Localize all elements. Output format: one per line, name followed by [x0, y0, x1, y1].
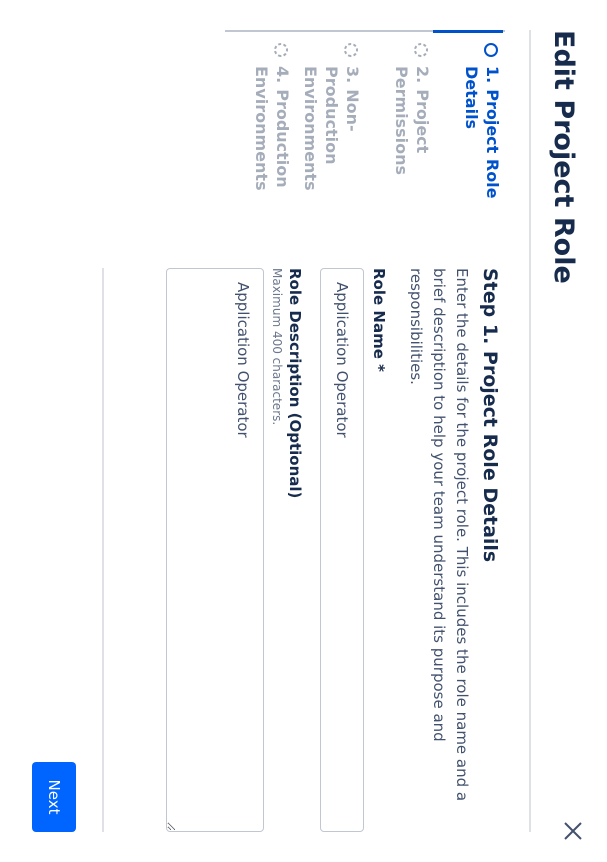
step-project-permissions[interactable]: 2.Project Permissions	[363, 32, 433, 212]
modal-title: Edit Project Role	[548, 30, 579, 284]
stepper: 1.Project Role Details 2.Project Permiss…	[223, 30, 505, 212]
step-pending-icon	[414, 43, 428, 57]
next-button[interactable]: Next	[32, 762, 76, 832]
step-number: 3.	[343, 66, 362, 84]
close-icon	[564, 822, 582, 840]
step-pending-icon	[344, 43, 358, 57]
step-label: Project Role Details	[462, 66, 502, 199]
step-non-production-environments[interactable]: 3.Non-Production Environments	[293, 32, 363, 212]
role-description-textarea[interactable]: Application Operator	[166, 268, 264, 832]
step-production-environments[interactable]: 4.Production Environments	[223, 32, 293, 212]
step-label: Production Environments	[252, 66, 292, 191]
edit-role-modal: Edit Project Role 1.Project Role Details…	[0, 0, 607, 862]
step-number: 2.	[413, 66, 432, 84]
role-description-hint: Maximum 400 characters.	[270, 268, 284, 426]
role-name-input[interactable]	[320, 268, 364, 832]
header-divider	[529, 30, 531, 832]
step-pending-icon	[274, 43, 288, 57]
role-name-label: Role Name *	[370, 268, 388, 372]
role-details-form: Step 1. Project Role Details Enter the d…	[162, 268, 503, 832]
step-project-role-details[interactable]: 1.Project Role Details	[433, 32, 503, 212]
close-button[interactable]	[557, 815, 589, 847]
step-title: Step 1. Project Role Details	[479, 268, 501, 563]
step-description: Enter the details for the project role. …	[407, 268, 471, 802]
step-number: 4.	[273, 66, 292, 84]
role-description-label: Role Description (Optional)	[286, 268, 304, 499]
step-current-icon	[484, 43, 498, 57]
step-number: 1.	[483, 66, 502, 84]
step-label: Non-Production Environments	[301, 66, 362, 191]
footer-divider	[102, 268, 104, 832]
